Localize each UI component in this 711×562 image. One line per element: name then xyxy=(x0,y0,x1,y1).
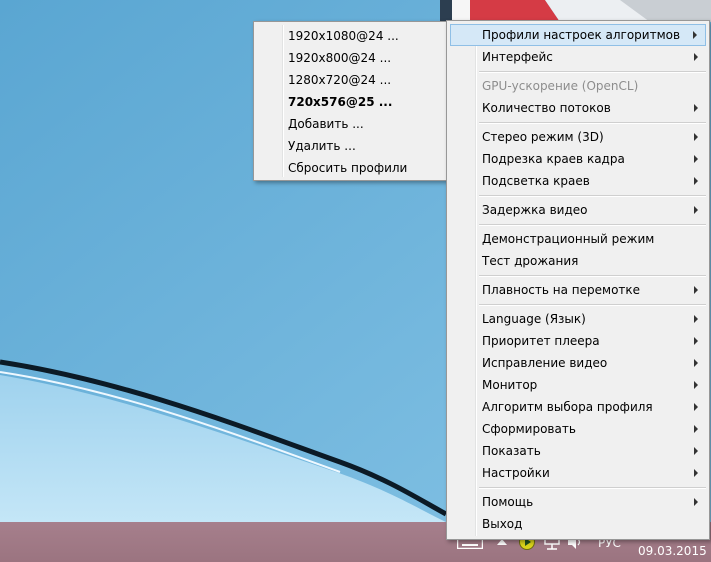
menu-item-generate[interactable]: Сформировать xyxy=(450,418,706,440)
submenu-item-profile-1920x1080[interactable]: 1920x1080@24 ... xyxy=(257,25,446,47)
chevron-right-icon xyxy=(694,155,698,163)
menu-item-stereo-mode[interactable]: Стерео режим (3D) xyxy=(450,126,706,148)
submenu-item-delete-profile[interactable]: Удалить ... xyxy=(257,135,446,157)
menu-item-judder-test[interactable]: Тест дрожания xyxy=(450,250,706,272)
menu-item-seek-smoothness[interactable]: Плавность на перемотке xyxy=(450,279,706,301)
chevron-right-icon xyxy=(694,133,698,141)
menu-separator xyxy=(479,275,706,277)
menu-separator xyxy=(479,195,706,197)
menu-item-help[interactable]: Помощь xyxy=(450,491,706,513)
chevron-right-icon xyxy=(694,177,698,185)
chevron-right-icon xyxy=(694,498,698,506)
menu-item-exit[interactable]: Выход xyxy=(450,513,706,535)
menu-item-settings[interactable]: Настройки xyxy=(450,462,706,484)
chevron-right-icon xyxy=(694,403,698,411)
menu-item-monitor[interactable]: Монитор xyxy=(450,374,706,396)
chevron-right-icon xyxy=(694,337,698,345)
menu-item-demo-mode[interactable]: Демонстрационный режим xyxy=(450,228,706,250)
menu-item-video-delay[interactable]: Задержка видео xyxy=(450,199,706,221)
clock-date[interactable]: 09.03.2015 xyxy=(638,544,707,558)
menu-separator xyxy=(479,122,706,124)
menu-item-video-correction[interactable]: Исправление видео xyxy=(450,352,706,374)
menu-separator xyxy=(479,71,706,73)
submenu-item-reset-profiles[interactable]: Сбросить профили xyxy=(257,157,446,179)
submenu-item-profile-1920x800[interactable]: 1920x800@24 ... xyxy=(257,47,446,69)
menu-item-interface[interactable]: Интерфейс xyxy=(450,46,706,68)
menu-item-frame-crop[interactable]: Подрезка краев кадра xyxy=(450,148,706,170)
chevron-right-icon xyxy=(694,359,698,367)
chevron-right-icon xyxy=(694,286,698,294)
menu-separator xyxy=(479,304,706,306)
chevron-right-icon xyxy=(694,53,698,61)
menu-separator xyxy=(479,224,706,226)
chevron-right-icon xyxy=(694,425,698,433)
chevron-right-icon xyxy=(694,469,698,477)
menu-item-show[interactable]: Показать xyxy=(450,440,706,462)
submenu-item-profile-720x576-active[interactable]: 720x576@25 ... xyxy=(257,91,446,113)
profiles-submenu: 1920x1080@24 ... 1920x800@24 ... 1280x72… xyxy=(253,21,450,181)
menu-item-thread-count[interactable]: Количество потоков xyxy=(450,97,706,119)
chevron-right-icon xyxy=(694,104,698,112)
context-menu: Профили настроек алгоритмов Интерфейс GP… xyxy=(446,20,710,540)
menu-item-algorithm-profiles[interactable]: Профили настроек алгоритмов xyxy=(450,24,706,46)
chevron-right-icon xyxy=(694,381,698,389)
menu-item-language[interactable]: Language (Язык) xyxy=(450,308,706,330)
chevron-right-icon xyxy=(694,447,698,455)
menu-item-player-priority[interactable]: Приоритет плеера xyxy=(450,330,706,352)
menu-separator xyxy=(479,487,706,489)
menu-item-edge-lighting[interactable]: Подсветка краев xyxy=(450,170,706,192)
menu-item-gpu-acceleration: GPU-ускорение (OpenCL) xyxy=(482,79,639,93)
chevron-right-icon xyxy=(694,206,698,214)
chevron-right-icon xyxy=(694,315,698,323)
chevron-right-icon xyxy=(693,31,697,39)
submenu-item-add-profile[interactable]: Добавить ... xyxy=(257,113,446,135)
menu-item-profile-selection-algorithm[interactable]: Алгоритм выбора профиля xyxy=(450,396,706,418)
submenu-item-profile-1280x720[interactable]: 1280x720@24 ... xyxy=(257,69,446,91)
